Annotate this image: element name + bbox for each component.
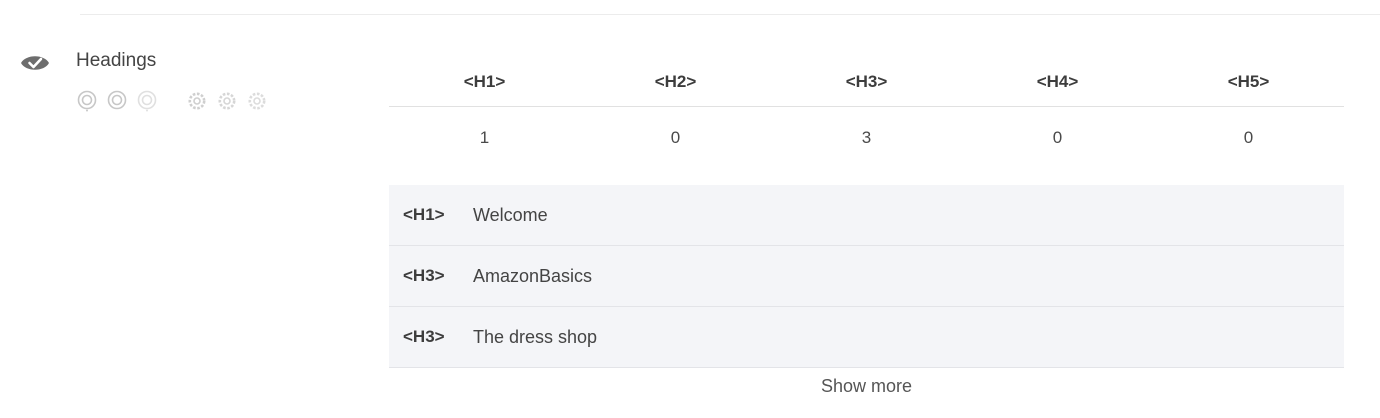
count-h2: 0 (670, 128, 681, 147)
heading-tag: <H3> (403, 327, 445, 346)
count-h4: 0 (1052, 128, 1063, 147)
gear-icon[interactable] (246, 90, 268, 112)
heading-tag: <H3> (403, 266, 445, 285)
count-h1: 1 (479, 128, 490, 147)
header-h3: <H3> (845, 72, 888, 91)
count-h5: 0 (1243, 128, 1254, 147)
header-h1: <H1> (463, 72, 506, 91)
target-icon[interactable] (76, 90, 98, 112)
heading-text: Welcome (473, 204, 548, 225)
heading-count-value-row: 1 0 3 0 0 (389, 107, 1344, 169)
gear-icon[interactable] (186, 90, 208, 112)
target-icon[interactable] (136, 90, 158, 112)
list-item: <H1> Welcome (389, 185, 1344, 246)
heading-tag: <H1> (403, 205, 445, 224)
list-item: <H3> The dress shop (389, 307, 1344, 368)
header-h4: <H4> (1036, 72, 1079, 91)
heading-text: AmazonBasics (473, 265, 593, 286)
gear-icon[interactable] (216, 90, 238, 112)
header-h2: <H2> (654, 72, 697, 91)
target-icon[interactable] (106, 90, 128, 112)
heading-list: <H1> Welcome <H3> AmazonBasics <H3> The … (389, 185, 1344, 368)
show-more-link[interactable]: Show more (389, 376, 1344, 397)
count-h3: 3 (861, 128, 872, 147)
list-item: <H3> AmazonBasics (389, 246, 1344, 307)
heading-text: The dress shop (473, 326, 598, 347)
header-h5: <H5> (1227, 72, 1270, 91)
top-divider (80, 14, 1380, 15)
action-icons (76, 89, 276, 113)
heading-count-table: <H1> <H2> <H3> <H4> <H5> 1 0 3 0 0 (389, 58, 1344, 169)
eye-check-icon (21, 56, 49, 70)
heading-count-header-row: <H1> <H2> <H3> <H4> <H5> (389, 58, 1344, 107)
section-title: Headings (76, 50, 157, 71)
